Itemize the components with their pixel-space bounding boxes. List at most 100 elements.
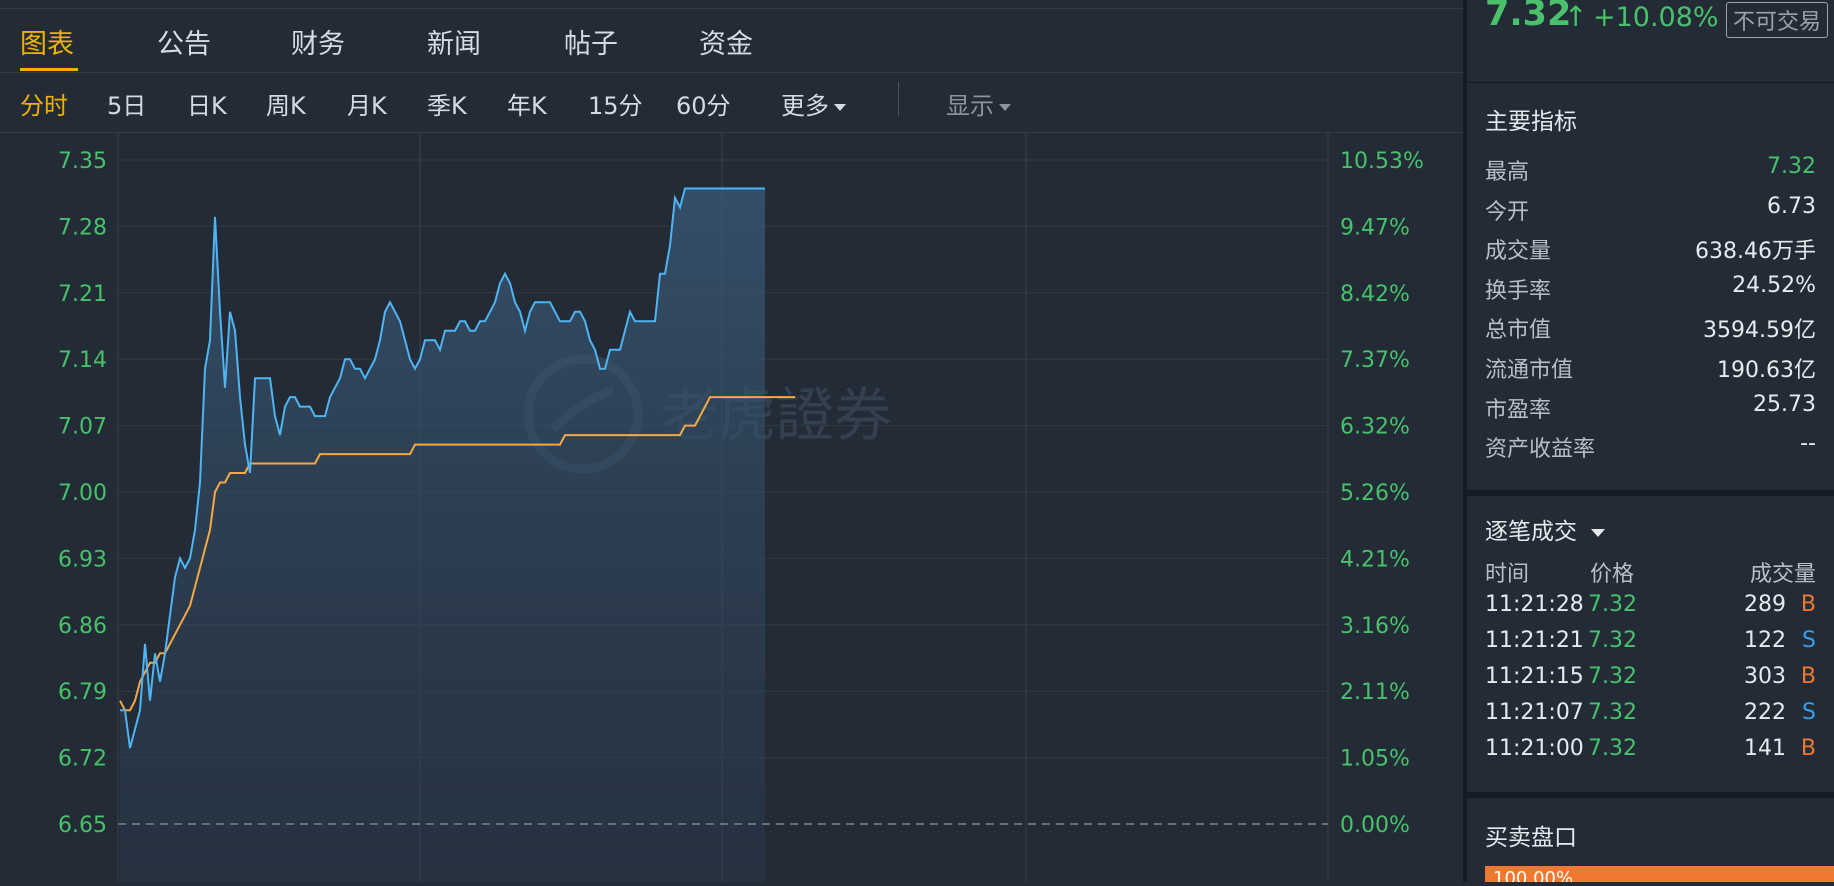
trade-row: 11:21:28 7.32 289 B	[1485, 592, 1816, 626]
y-tick-label-right: 9.47%	[1340, 215, 1410, 240]
active-tab-indicator	[20, 68, 78, 71]
main-tabs: 图表 公告 财务 新闻 帖子 资金	[0, 14, 1463, 73]
trade-price: 7.32	[1588, 736, 1637, 761]
y-tick-label-left: 6.79	[58, 680, 107, 705]
trade-volume: 222	[1744, 700, 1786, 725]
y-tick-label-left: 7.00	[58, 481, 107, 506]
trade-time: 11:21:07	[1485, 700, 1584, 725]
y-tick-label-left: 6.65	[58, 813, 107, 838]
y-tick-label-right: 7.37%	[1340, 348, 1410, 373]
tab-posts[interactable]: 帖子	[564, 22, 618, 61]
toolbar-separator	[898, 82, 899, 116]
metric-value: 7.32	[1767, 154, 1816, 179]
period-month-k[interactable]: 月K	[347, 86, 387, 121]
tab-news[interactable]: 新闻	[427, 22, 481, 61]
period-week-k[interactable]: 周K	[266, 86, 306, 121]
period-intraday[interactable]: 分时	[20, 86, 68, 121]
y-tick-label-right: 8.42%	[1340, 282, 1410, 307]
trade-volume: 141	[1744, 736, 1786, 761]
y-tick-label-right: 6.32%	[1340, 415, 1410, 440]
trades-title: 逐笔成交	[1485, 519, 1577, 545]
trade-row: 11:21:21 7.32 122 S	[1485, 628, 1816, 662]
order-book-title: 买卖盘口	[1485, 825, 1577, 851]
trade-volume: 122	[1744, 628, 1786, 653]
y-axis-left: 7.35 7.28 7.21 7.14 7.07 7.00 6.93 6.86 6.79 6.72…	[58, 149, 107, 838]
more-dropdown[interactable]: 更多	[781, 86, 846, 121]
metric-value: 638.46万手	[1695, 239, 1816, 265]
last-price: 7.32	[1485, 0, 1572, 34]
change-percent: +10.08%	[1593, 2, 1719, 33]
metric-row: 流通市值 190.63亿	[1485, 352, 1816, 386]
metric-row: 市盈率 25.73	[1485, 392, 1816, 426]
trade-time: 11:21:00	[1485, 736, 1584, 761]
display-label: 显示	[946, 92, 994, 120]
tab-announcements[interactable]: 公告	[157, 22, 211, 61]
trade-price: 7.32	[1588, 592, 1637, 617]
period-60min[interactable]: 60分	[676, 86, 731, 121]
period-quarter-k[interactable]: 季K	[427, 86, 467, 121]
intraday-chart[interactable]: 老虎證券 7.35 7.28 7.21 7.14 7.07 7.00 6.93 6.86 6.7…	[0, 132, 1463, 882]
chart-area: 图表 公告 财务 新闻 帖子 资金 分时 5日 日K 周K 月K 季K 年K 1…	[0, 0, 1463, 882]
trade-price: 7.32	[1588, 628, 1637, 653]
trade-side: B	[1800, 736, 1816, 761]
y-tick-label-left: 7.07	[58, 415, 107, 440]
trade-side: B	[1800, 664, 1816, 689]
tab-financials[interactable]: 财务	[291, 22, 345, 61]
period-selector: 分时 5日 日K 周K 月K 季K 年K 15分 60分 更多 显示	[0, 74, 1463, 133]
y-tick-label-right: 2.11%	[1340, 680, 1410, 705]
chevron-down-icon	[834, 103, 846, 111]
more-label: 更多	[781, 92, 829, 120]
trade-time: 11:21:28	[1485, 592, 1584, 617]
display-dropdown[interactable]: 显示	[946, 86, 1011, 121]
y-tick-label-left: 6.86	[58, 614, 107, 639]
quote-header: 7.32 ↑ +10.08% 不可交易	[1467, 0, 1834, 83]
metric-label: 市盈率	[1485, 397, 1552, 423]
y-tick-label-right: 1.05%	[1340, 747, 1410, 772]
y-tick-label-right: 4.21%	[1340, 547, 1410, 572]
period-5day[interactable]: 5日	[107, 86, 146, 121]
metric-value: 3594.59亿	[1703, 318, 1816, 344]
quote-panel: 7.32 ↑ +10.08% 不可交易 主要指标 最高 7.32 今开 6.73 成交量…	[1467, 0, 1834, 882]
trade-side: S	[1802, 628, 1816, 653]
tab-chart[interactable]: 图表	[20, 22, 74, 61]
status-badge: 不可交易	[1726, 2, 1829, 38]
arrow-up-icon: ↑	[1564, 0, 1588, 33]
metric-row: 资产收益率 --	[1485, 431, 1816, 465]
section-divider	[1467, 490, 1834, 496]
trade-side: S	[1802, 700, 1816, 725]
col-time: 时间	[1485, 562, 1530, 587]
trade-row: 11:21:15 7.32 303 B	[1485, 664, 1816, 698]
period-15min[interactable]: 15分	[588, 86, 643, 121]
metric-label: 最高	[1485, 160, 1530, 185]
metric-value: --	[1800, 431, 1816, 457]
trade-time: 11:21:21	[1485, 628, 1584, 653]
chevron-down-icon	[999, 103, 1011, 111]
trade-volume: 303	[1744, 664, 1786, 689]
section-divider	[1467, 792, 1834, 798]
period-year-k[interactable]: 年K	[507, 86, 547, 121]
col-price: 价格	[1590, 562, 1635, 587]
caret-down-icon	[1591, 528, 1605, 537]
tab-funds[interactable]: 资金	[699, 22, 753, 61]
metrics-title: 主要指标	[1485, 109, 1577, 135]
trades-dropdown[interactable]: 逐笔成交	[1485, 512, 1605, 546]
top-divider	[0, 8, 1463, 9]
metric-value: 24.52%	[1732, 272, 1816, 298]
trade-price: 7.32	[1588, 700, 1637, 725]
y-tick-label-right: 10.53%	[1340, 149, 1424, 174]
metric-value: 190.63亿	[1717, 358, 1816, 383]
order-book-bar-label: 100.00%	[1493, 868, 1574, 882]
y-tick-label-left: 7.28	[58, 215, 107, 240]
y-tick-label-left: 6.72	[58, 747, 107, 772]
period-day-k[interactable]: 日K	[187, 86, 227, 121]
metric-row: 总市值 3594.59亿	[1485, 312, 1816, 346]
y-tick-label-left: 7.14	[58, 348, 107, 373]
metric-label: 资产收益率	[1485, 437, 1596, 463]
metric-row: 今开 6.73	[1485, 194, 1816, 228]
metric-label: 流通市值	[1485, 358, 1574, 383]
metric-label: 成交量	[1485, 239, 1552, 265]
col-volume: 成交量	[1749, 562, 1816, 587]
trade-time: 11:21:15	[1485, 664, 1584, 689]
metric-value: 25.73	[1753, 391, 1816, 417]
y-axis-right: 10.53% 9.47% 8.42% 7.37% 6.32% 5.26% 4.21% 3.16…	[1340, 149, 1424, 838]
